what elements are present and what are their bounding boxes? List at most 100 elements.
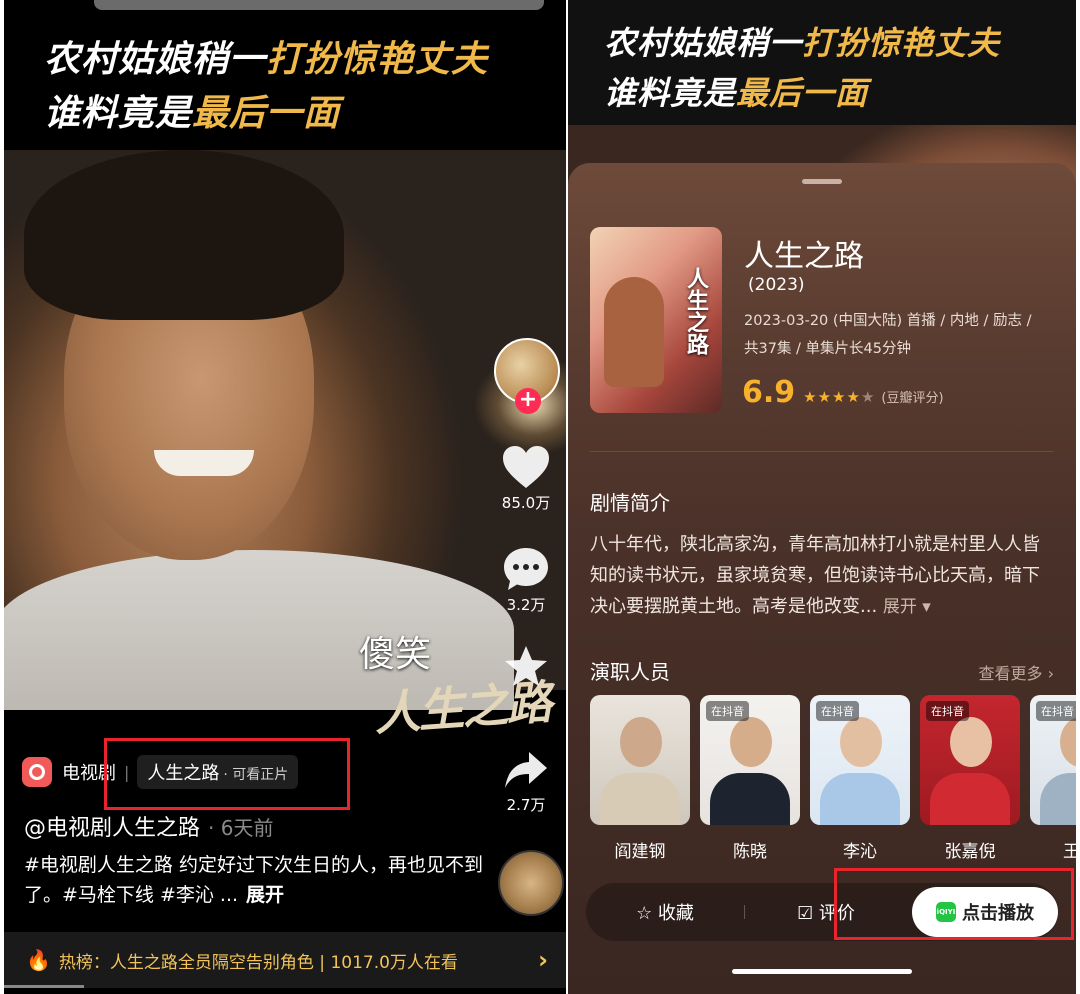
expand-link[interactable]: 展开 <box>246 884 284 906</box>
cast-head <box>1060 717 1076 767</box>
avatar[interactable]: + <box>494 338 560 414</box>
highlight-box <box>104 738 350 810</box>
collect-button[interactable]: ☆ 收藏 <box>586 883 744 941</box>
cast-head <box>620 717 662 767</box>
cast-body <box>820 773 900 825</box>
drama-meta: 2023-03-20 (中国大陆) 首播 / 内地 / 励志 / 共37集 / … <box>744 307 1064 363</box>
cast-photo[interactable]: 在抖音 <box>1030 695 1076 825</box>
rating-stars-icon: ★★★★★ <box>803 388 876 406</box>
cast-body <box>600 773 680 825</box>
banner-text-highlight: 打扮惊艳丈夫 <box>266 38 489 80</box>
music-disc-icon[interactable] <box>498 850 564 916</box>
cast-see-more-link[interactable]: 查看更多 › <box>979 660 1055 684</box>
cast-name: 李沁 <box>843 842 877 862</box>
drama-detail-panel: 农村姑娘稍一打扮惊艳丈夫 谁料竟是最后一面 人生之路 人生之路 (2023) 2… <box>568 0 1076 994</box>
status-bar-edge <box>94 0 544 10</box>
cast-head <box>730 717 772 767</box>
hot-list-text: 热榜：人生之路全员隔空告别角色 | 1017.0万人在看 <box>58 952 458 973</box>
cast-body <box>1040 773 1076 825</box>
highlight-box <box>834 868 1074 940</box>
banner-text-highlight: 打扮惊艳丈夫 <box>802 24 1001 62</box>
banner-line-1: 农村姑娘稍一打扮惊艳丈夫 <box>604 18 1000 64</box>
banner-text-plain: 农村姑娘稍一 <box>44 38 267 80</box>
star-icon[interactable] <box>494 644 558 688</box>
comment-count: 3.2万 <box>506 596 546 614</box>
cast-card[interactable]: 在抖音 李沁 <box>810 695 910 862</box>
author-handle[interactable]: @电视剧人生之路 <box>24 816 200 841</box>
cast-list: 阎建钢 在抖音 陈晓 在抖音 李沁 在抖音 张嘉倪 在抖音 王 <box>590 695 1076 862</box>
favorite-button[interactable] <box>494 644 558 688</box>
banner-line-2: 谁料竟是最后一面 <box>44 84 340 136</box>
tv-series-logo-icon <box>22 757 52 787</box>
home-indicator[interactable] <box>732 969 912 974</box>
banner-line-1: 农村姑娘稍一打扮惊艳丈夫 <box>44 30 488 82</box>
cast-body <box>930 773 1010 825</box>
share-count: 2.7万 <box>506 796 546 814</box>
subtitle-caption: 傻笑 <box>359 634 432 675</box>
cast-photo[interactable] <box>590 695 690 825</box>
author-row[interactable]: @电视剧人生之路 · 6天前 <box>24 810 273 842</box>
cast-name: 王子 <box>1063 842 1076 862</box>
video-progress-bar[interactable] <box>4 985 84 988</box>
rating-row: 6.9 ★★★★★ (豆瓣评分) <box>742 375 944 410</box>
cast-title: 演职人员 <box>590 660 670 684</box>
like-button[interactable]: 85.0万 <box>494 444 558 513</box>
meta-line-1: 2023-03-20 (中国大陆) 首播 / 内地 / 励志 / <box>744 313 1032 329</box>
hot-list-bar[interactable]: 🔥 热榜：人生之路全员隔空告别角色 | 1017.0万人在看 › <box>4 932 566 988</box>
video-frame[interactable]: 傻笑 <box>4 150 566 710</box>
on-douyin-badge: 在抖音 <box>926 701 969 721</box>
cast-name: 阎建钢 <box>614 842 666 862</box>
cast-name: 陈晓 <box>733 842 767 862</box>
synopsis-expand-link[interactable]: 展开 ▾ <box>883 597 931 617</box>
chevron-right-icon[interactable]: › <box>538 946 548 974</box>
video-feed-panel: 农村姑娘稍一打扮惊艳丈夫 谁料竟是最后一面 傻笑 人生之路 + 85.0万 3.… <box>4 0 566 994</box>
on-douyin-badge: 在抖音 <box>1036 701 1076 721</box>
post-time: · 6天前 <box>208 816 274 840</box>
heart-icon[interactable] <box>494 444 558 490</box>
video-figure-smile <box>154 450 254 476</box>
cast-card[interactable]: 在抖音 王子 <box>1030 695 1076 862</box>
rating-score: 6.9 <box>742 375 796 410</box>
video-figure-hair <box>24 150 344 320</box>
banner-text-plain: 谁料竟是 <box>44 92 193 134</box>
banner-text-highlight: 最后一面 <box>736 74 869 112</box>
follow-plus-icon[interactable]: + <box>515 388 541 414</box>
poster-figure <box>604 277 664 387</box>
synopsis-title: 剧情简介 <box>590 491 670 515</box>
comment-icon[interactable] <box>494 546 558 592</box>
cast-body <box>710 773 790 825</box>
comment-button[interactable]: 3.2万 <box>494 546 558 615</box>
poster-title: 人生之路 <box>683 267 709 355</box>
banner-text-plain: 谁料竟是 <box>604 74 737 112</box>
drama-year: (2023) <box>748 275 805 295</box>
creator-avatar-button[interactable]: + <box>494 338 560 414</box>
cast-card[interactable]: 在抖音 陈晓 <box>700 695 800 862</box>
fire-icon: 🔥 <box>26 948 51 972</box>
synopsis-text: 八十年代，陕北高家沟，青年高加林打小就是村里人人皆知的读书状元，虽家境贫寒，但饱… <box>590 534 1040 617</box>
like-count: 85.0万 <box>501 494 551 512</box>
cast-head <box>950 717 992 767</box>
share-arrow-icon[interactable] <box>494 750 558 792</box>
cast-card[interactable]: 阎建钢 <box>590 695 690 862</box>
synopsis: 八十年代，陕北高家沟，青年高加林打小就是村里人人皆知的读书状元，虽家境贫寒，但饱… <box>590 529 1054 623</box>
drama-poster[interactable]: 人生之路 <box>590 227 722 413</box>
cast-photo[interactable]: 在抖音 <box>700 695 800 825</box>
on-douyin-badge: 在抖音 <box>706 701 749 721</box>
meta-line-2: 共37集 / 单集片长45分钟 <box>744 341 912 357</box>
cast-photo[interactable]: 在抖音 <box>810 695 910 825</box>
on-douyin-badge: 在抖音 <box>816 701 859 721</box>
cast-card[interactable]: 在抖音 张嘉倪 <box>920 695 1020 862</box>
cast-photo[interactable]: 在抖音 <box>920 695 1020 825</box>
share-button[interactable]: 2.7万 <box>494 750 558 815</box>
banner-text-plain: 农村姑娘稍一 <box>604 24 803 62</box>
drama-title: 人生之路 <box>744 239 864 274</box>
divider <box>744 905 745 919</box>
cast-name: 张嘉倪 <box>944 842 996 862</box>
rating-source: (豆瓣评分) <box>881 391 944 406</box>
cast-head <box>840 717 882 767</box>
video-description: #电视剧人生之路 约定好过下次生日的人，再也见不到了。#马栓下线 #李沁 ...… <box>24 850 484 910</box>
sheet-drag-handle[interactable] <box>802 179 842 184</box>
banner-text-highlight: 最后一面 <box>192 92 341 134</box>
banner-line-2: 谁料竟是最后一面 <box>604 68 868 114</box>
divider <box>590 451 1054 452</box>
